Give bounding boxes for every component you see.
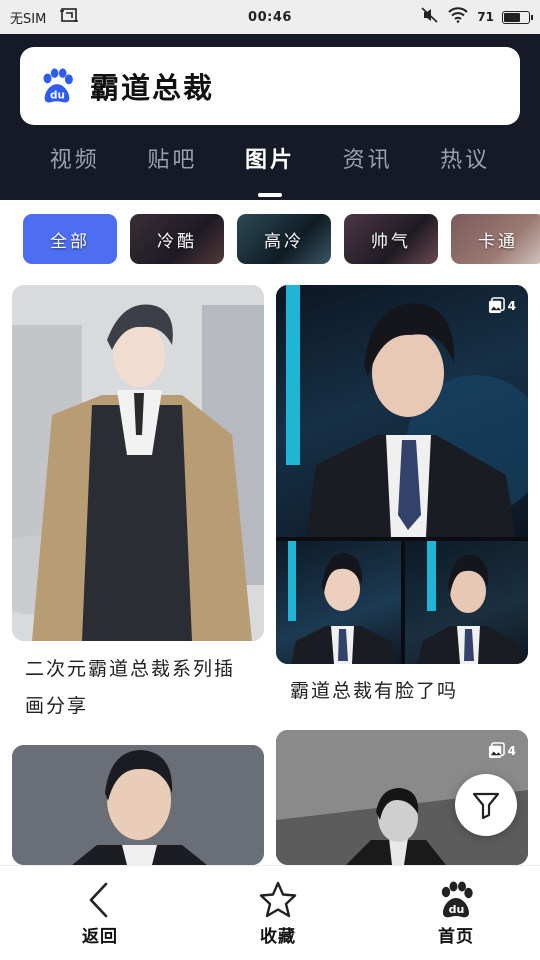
multi-image-badge: 4: [488, 742, 516, 759]
tab-tieba[interactable]: 贴吧: [147, 142, 197, 182]
wifi-icon: [447, 7, 469, 27]
status-right: 71: [330, 7, 533, 27]
chevron-left-icon: [89, 882, 108, 917]
portrait-photo: [12, 745, 264, 865]
svg-text:du: du: [50, 89, 65, 101]
chip-aloof[interactable]: 高冷: [237, 214, 331, 264]
portrait-photo: [417, 541, 523, 664]
image-count: 4: [507, 743, 516, 758]
result-image-portrait[interactable]: [12, 745, 264, 865]
home-button[interactable]: du 首页: [426, 866, 486, 960]
collage-photo-2: [276, 541, 401, 664]
chip-cool[interactable]: 冷酷: [130, 214, 224, 264]
tab-discussion[interactable]: 热议: [440, 142, 490, 182]
battery-icon: [502, 10, 533, 24]
tab-video[interactable]: 视频: [50, 142, 100, 182]
chip-cartoon[interactable]: 卡通: [451, 214, 540, 264]
search-query: 霸道总裁: [90, 71, 215, 105]
header: du 霸道总裁 视频 贴吧 图片 资讯 热议: [0, 34, 540, 200]
chip-handsome[interactable]: 帅气: [344, 214, 438, 264]
star-outline-icon: [259, 881, 297, 917]
multi-image-badge: 4: [488, 297, 516, 314]
card-caption[interactable]: 霸道总裁有脸了吗: [290, 673, 520, 710]
status-time: 00:46: [248, 9, 292, 25]
baidu-paw-icon: du: [43, 68, 73, 103]
back-label: 返回: [82, 926, 118, 947]
tab-news[interactable]: 资讯: [343, 142, 393, 182]
search-box[interactable]: du 霸道总裁: [20, 47, 520, 125]
tab-bar: 视频 贴吧 图片 资讯 热议: [0, 142, 540, 182]
gallery-stack-icon: [488, 297, 505, 314]
filter-chips: 全部 冷酷 高冷 帅气 卡通: [0, 200, 540, 278]
chip-label: 高冷: [264, 231, 304, 252]
carrier-text: 无SIM: [10, 11, 47, 27]
mute-icon: [421, 7, 439, 27]
tab-indicator: [258, 193, 282, 197]
anime-illustration: [12, 285, 264, 641]
filter-funnel-icon: [472, 792, 500, 820]
baidu-paw-icon: du: [441, 881, 473, 917]
card-caption[interactable]: 二次元霸道总裁系列插画分享: [25, 651, 255, 725]
chip-all[interactable]: 全部: [23, 214, 117, 264]
screenshot-icon: [60, 7, 79, 27]
chip-label: 卡通: [478, 231, 518, 252]
image-count: 4: [507, 298, 516, 313]
collage-photo-3: [405, 541, 528, 664]
portrait-photo: [286, 285, 528, 537]
screen: 无SIM 00:46 71 du 霸道总裁 视频 贴吧 图片 资讯 热议 全部 …: [0, 0, 540, 960]
battery-percent: 71: [477, 10, 494, 24]
chip-label: 帅气: [371, 231, 411, 252]
chip-label: 冷酷: [157, 231, 197, 252]
favorites-button[interactable]: 收藏: [248, 866, 308, 960]
result-image-anime-ceo[interactable]: [12, 285, 264, 641]
bottom-nav: 返回 收藏 du 首页: [0, 865, 540, 960]
status-left: 无SIM: [10, 7, 210, 27]
portrait-photo: [288, 541, 396, 664]
chip-label: 全部: [50, 231, 90, 252]
status-bar: 无SIM 00:46 71: [0, 0, 540, 34]
gallery-stack-icon: [488, 742, 505, 759]
tab-images[interactable]: 图片: [245, 142, 295, 182]
result-image-collage[interactable]: 4: [276, 285, 528, 664]
back-button[interactable]: 返回: [70, 866, 130, 960]
svg-text:du: du: [449, 903, 465, 916]
filter-button[interactable]: [455, 774, 517, 836]
collage-main-photo: [276, 285, 528, 537]
favorites-label: 收藏: [260, 926, 296, 947]
home-label: 首页: [438, 926, 474, 947]
